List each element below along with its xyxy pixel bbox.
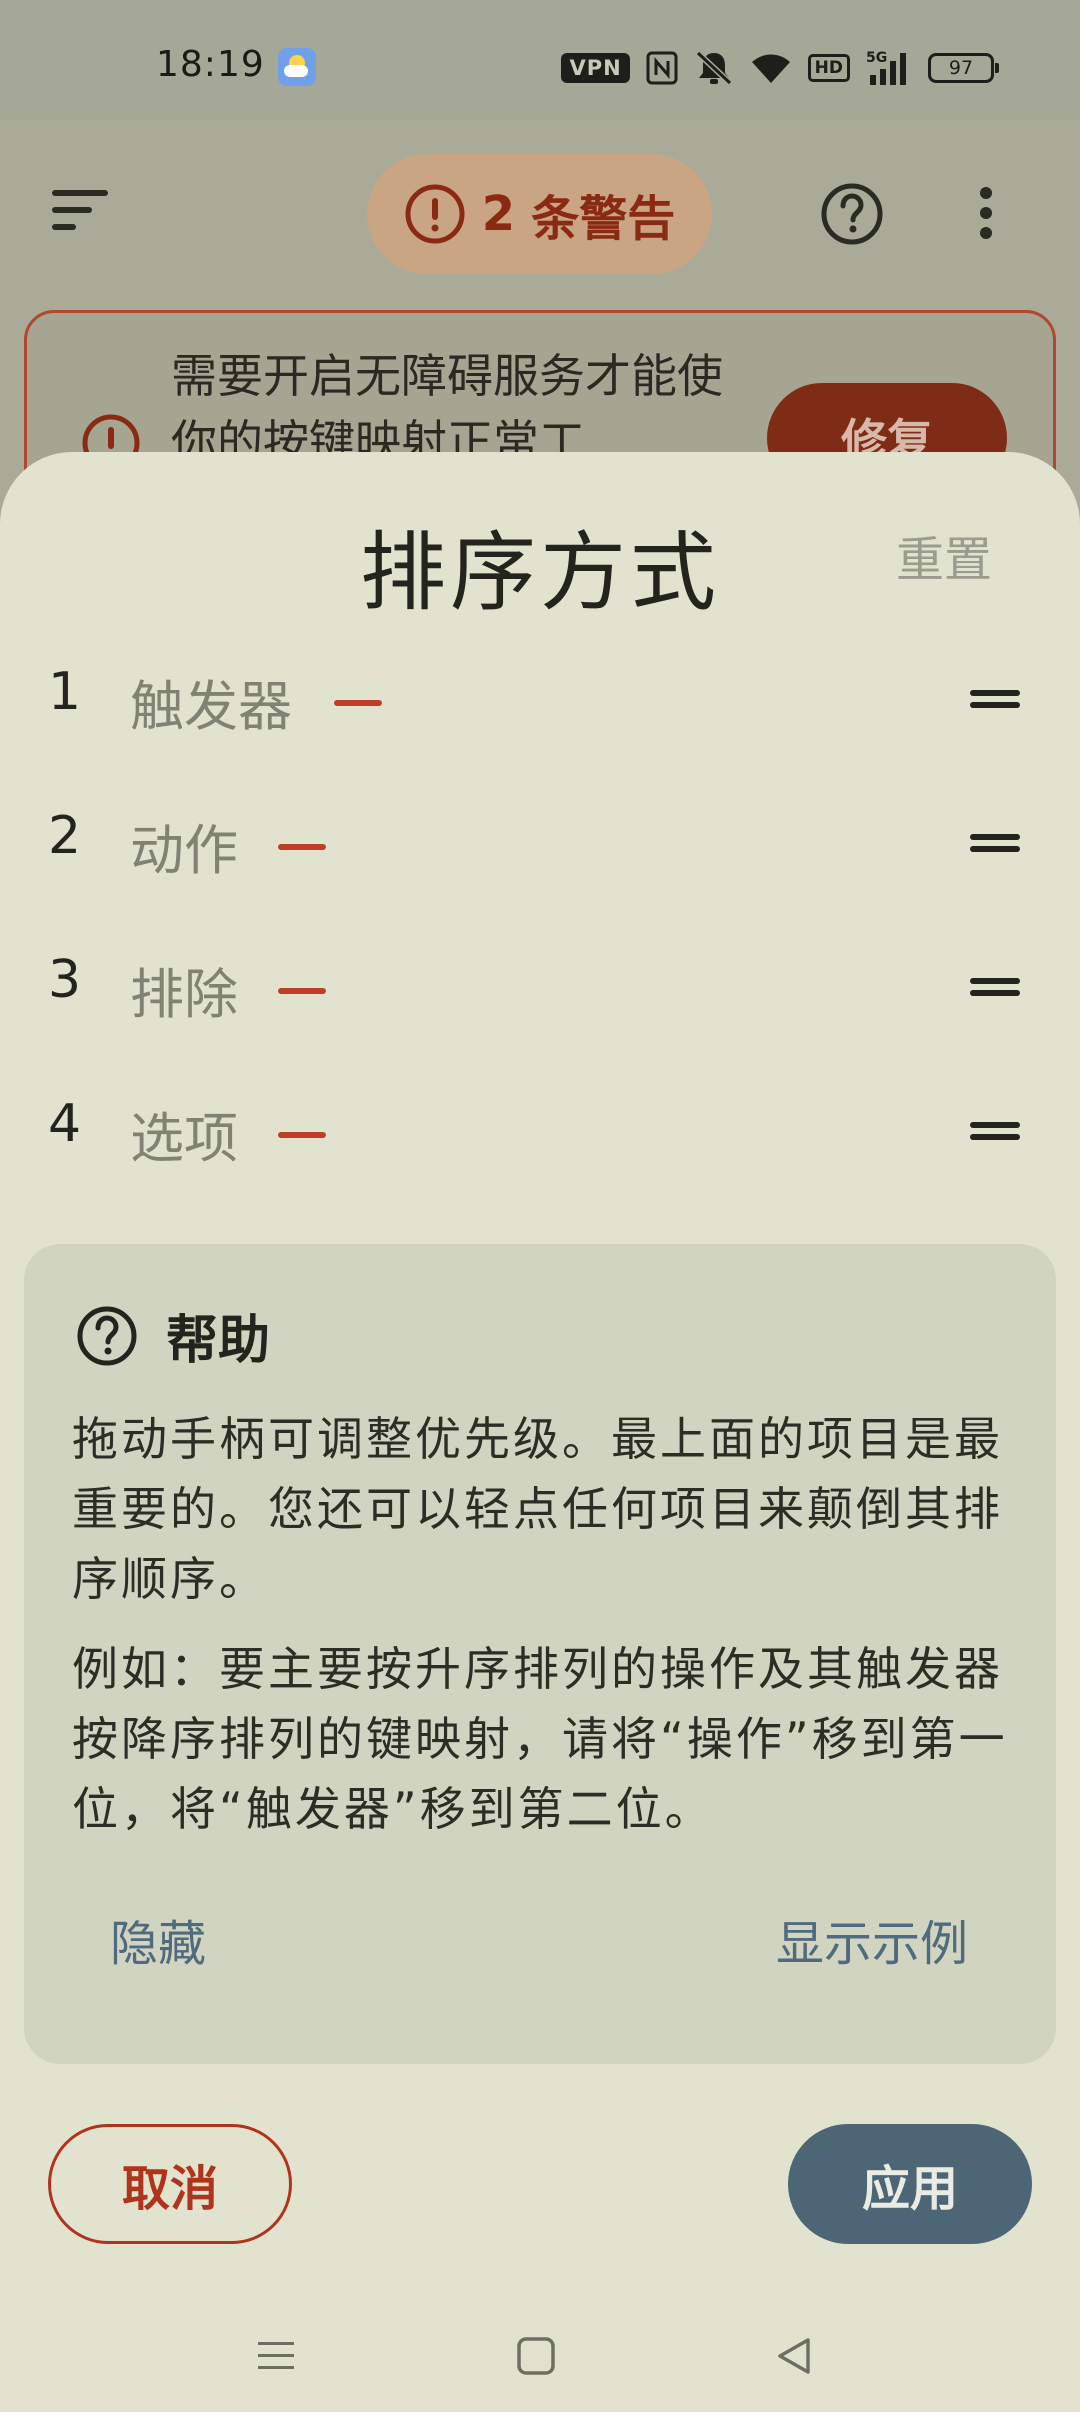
status-icons: VPN HD 5G 97	[561, 46, 999, 90]
sort-item-trigger[interactable]: 1 触发器	[0, 632, 1080, 776]
cancel-button[interactable]: 取消	[48, 2124, 292, 2244]
sort-item-exclude[interactable]: 3 排除	[0, 920, 1080, 1064]
sort-list: 1 触发器 2 动作 3 排除 4 选项	[0, 632, 1080, 1208]
help-card: 帮助 拖动手柄可调整优先级。最上面的项目是最重要的。您还可以轻点任何项目来颠倒其…	[24, 1244, 1056, 2064]
alert-icon	[405, 184, 465, 244]
sort-item-label: 动作	[130, 819, 238, 882]
warnings-count: 2	[481, 186, 516, 242]
warnings-button[interactable]: 2 条警告	[367, 154, 712, 274]
sort-item-number: 4	[48, 1094, 82, 1154]
reset-button[interactable]: 重置	[896, 520, 992, 590]
sort-item-label: 选项	[130, 1107, 238, 1170]
sort-direction-icon[interactable]	[278, 1132, 326, 1138]
status-bar: 18:19 VPN HD 5G 97	[0, 0, 1080, 120]
hide-help-button[interactable]: 隐藏	[110, 1904, 206, 1974]
drag-handle-icon[interactable]	[970, 972, 1020, 1002]
sort-item-label: 触发器	[130, 675, 292, 738]
vpn-badge: VPN	[561, 53, 630, 83]
sort-direction-icon[interactable]	[334, 700, 382, 706]
back-nav-icon[interactable]	[774, 2336, 814, 2376]
sort-direction-icon[interactable]	[278, 844, 326, 850]
network-type: 5G	[866, 50, 887, 66]
app-bar: 2 条警告	[0, 120, 1080, 300]
sort-item-action[interactable]: 2 动作	[0, 776, 1080, 920]
mute-icon	[695, 50, 732, 86]
help-icon[interactable]	[820, 182, 884, 246]
help-paragraph-1: 拖动手柄可调整优先级。最上面的项目是最重要的。您还可以轻点任何项目来颠倒其排序顺…	[72, 1412, 1003, 1606]
sort-direction-icon[interactable]	[278, 988, 326, 994]
status-time: 18:19	[156, 44, 265, 85]
sort-item-options[interactable]: 4 选项	[0, 1064, 1080, 1208]
help-paragraph-2: 例如：要主要按升序排列的操作及其触发器按降序排列的键映射，请将“操作”移到第一位…	[72, 1642, 1008, 1836]
wifi-icon	[751, 54, 790, 83]
warnings-label: 条警告	[531, 191, 676, 247]
battery-icon: 97	[928, 53, 999, 83]
weather-icon	[278, 48, 316, 86]
drag-handle-icon[interactable]	[970, 1116, 1020, 1146]
show-example-button[interactable]: 显示示例	[776, 1904, 968, 1974]
help-icon	[77, 1306, 137, 1365]
apply-button[interactable]: 应用	[788, 2124, 1032, 2244]
sort-item-number: 2	[48, 806, 82, 866]
help-card-header: 帮助	[76, 1298, 270, 1373]
hd-badge: HD	[807, 54, 850, 82]
drag-handle-icon[interactable]	[970, 684, 1020, 714]
help-card-title: 帮助	[166, 1311, 271, 1371]
nfc-icon	[646, 51, 678, 85]
more-icon[interactable]	[978, 186, 994, 240]
drag-handle-icon[interactable]	[970, 828, 1020, 858]
home-nav-icon[interactable]	[516, 2336, 556, 2376]
recents-nav-icon[interactable]	[256, 2336, 296, 2376]
sort-item-number: 1	[48, 662, 82, 722]
signal-icon: 5G	[866, 50, 906, 85]
sort-item-number: 3	[48, 950, 82, 1010]
sort-item-label: 排除	[130, 963, 238, 1026]
sort-bottom-sheet: 排序方式 重置 1 触发器 2 动作 3 排除 4 选项 帮助 拖动手柄可调整优…	[0, 452, 1080, 2412]
system-nav-bar	[0, 2312, 1080, 2412]
menu-icon[interactable]	[52, 188, 110, 232]
